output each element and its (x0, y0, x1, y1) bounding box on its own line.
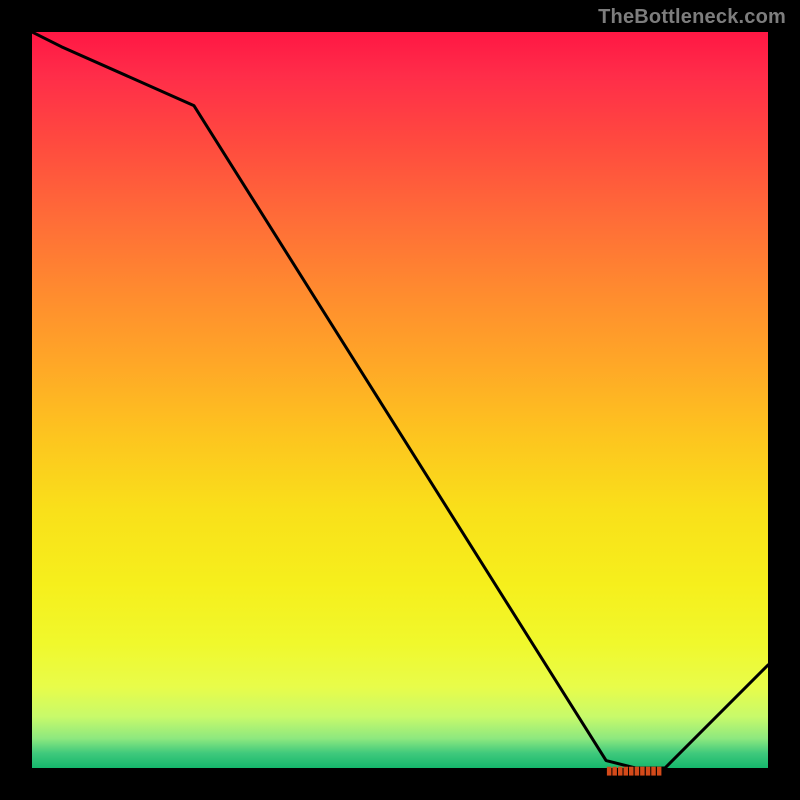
chart-container: TheBottleneck.com ▮▮▮▮▮▮▮▮▮▮ (0, 0, 800, 800)
line-series (32, 32, 768, 768)
attribution-text: TheBottleneck.com (598, 6, 786, 29)
series-line (32, 32, 768, 768)
optimum-marker: ▮▮▮▮▮▮▮▮▮▮ (606, 764, 662, 777)
plot-area: ▮▮▮▮▮▮▮▮▮▮ (32, 32, 768, 768)
